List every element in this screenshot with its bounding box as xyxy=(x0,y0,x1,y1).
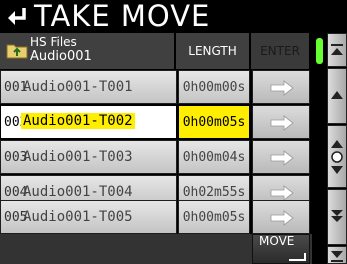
file-length: 0h00m00s xyxy=(182,80,246,95)
move-button-label: MOVE xyxy=(259,234,295,248)
file-row[interactable]: 005 Audio001-T005 0h00m05s xyxy=(0,200,312,234)
file-row-selected[interactable]: 002 Audio001-T002 0h00m05s xyxy=(0,105,312,139)
file-length-cell: 0h00m05s xyxy=(178,200,250,234)
right-arrow-icon xyxy=(270,210,294,226)
file-length-cell: 0h00m00s xyxy=(178,70,250,104)
folder-parent-label: HS Files xyxy=(30,35,77,49)
file-length: 0h02m55s xyxy=(182,185,246,200)
right-arrow-icon xyxy=(270,80,294,96)
scroll-thumb-icon xyxy=(331,140,343,174)
file-name-cell[interactable]: 001 Audio001-T001 xyxy=(0,70,177,104)
double-chevron-down-icon xyxy=(331,210,343,222)
file-length: 0h00m05s xyxy=(182,210,246,225)
file-name: Audio001-T002 xyxy=(21,113,135,129)
current-folder-header[interactable]: HS Files Audio001 xyxy=(0,33,175,69)
length-column-header: LENGTH xyxy=(176,33,250,69)
move-button[interactable]: MOVE xyxy=(252,234,310,264)
scroll-to-bottom-button[interactable] xyxy=(327,246,347,264)
enter-button[interactable] xyxy=(252,140,310,174)
screen-title: TAKE MOVE xyxy=(34,0,211,33)
chevron-up-icon xyxy=(331,91,343,99)
file-name-cell[interactable]: 002 Audio001-T002 xyxy=(0,105,177,139)
enter-button[interactable] xyxy=(252,70,310,104)
file-name: Audio001-T005 xyxy=(23,209,133,225)
corner-enter-icon xyxy=(289,253,306,261)
file-length: 0h00m05s xyxy=(182,115,246,130)
file-row[interactable]: 003 Audio001-T003 0h00m04s xyxy=(0,140,312,174)
enter-button[interactable] xyxy=(252,200,310,234)
scroll-down-button[interactable] xyxy=(327,189,347,245)
folder-name-label: Audio001 xyxy=(30,49,92,64)
scroll-top-icon xyxy=(331,44,343,55)
file-name: Audio001-T004 xyxy=(23,184,133,200)
scroll-position-indicator xyxy=(316,38,323,64)
file-row[interactable]: 001 Audio001-T001 0h00m00s xyxy=(0,70,312,104)
right-arrow-icon xyxy=(270,150,294,166)
right-arrow-icon xyxy=(270,185,294,201)
back-arrow-icon[interactable] xyxy=(6,5,28,27)
file-length-cell: 0h00m05s xyxy=(178,105,250,139)
right-arrow-icon xyxy=(270,115,294,131)
enter-column-header: ENTER xyxy=(251,33,309,69)
file-name-cell[interactable]: 003 Audio001-T003 xyxy=(0,140,177,174)
scroll-up-button[interactable] xyxy=(327,68,347,124)
file-name: Audio001-T001 xyxy=(23,79,133,95)
file-length: 0h00m04s xyxy=(182,150,246,165)
file-name: Audio001-T003 xyxy=(23,149,133,165)
scroll-bottom-icon xyxy=(331,251,343,262)
scroll-thumb[interactable] xyxy=(327,125,347,188)
scroll-to-top-button[interactable] xyxy=(327,33,347,67)
file-name-cell[interactable]: 005 Audio001-T005 xyxy=(0,200,177,234)
file-length-cell: 0h00m04s xyxy=(178,140,250,174)
folder-up-icon xyxy=(6,41,28,63)
enter-button[interactable] xyxy=(252,105,310,139)
